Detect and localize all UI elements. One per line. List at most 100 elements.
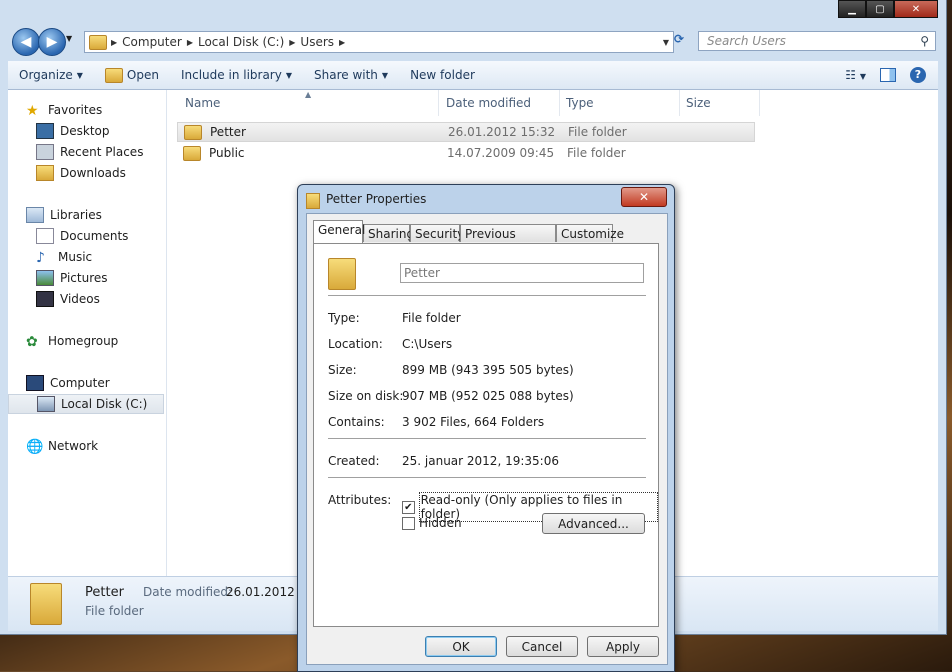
checkbox-checked-icon: ✔ [402, 500, 415, 514]
minimize-button[interactable]: ▁ [838, 0, 866, 18]
breadcrumb-users[interactable]: Users [295, 35, 339, 49]
cancel-button[interactable]: Cancel [506, 636, 578, 657]
column-header-label: Type [566, 96, 594, 110]
large-folder-icon [30, 583, 62, 625]
sidebar-item-libraries[interactable]: Libraries [26, 205, 102, 225]
sidebar-item-local-disk[interactable]: Local Disk (C:) [8, 394, 164, 414]
back-button[interactable]: ◀ [12, 28, 40, 56]
table-row[interactable]: Public 14.07.2009 09:45 File folder [177, 143, 755, 163]
address-dropdown-icon[interactable]: ▼ [663, 38, 673, 47]
libraries-icon [26, 207, 44, 223]
window-caption-buttons: ▁ ▢ ✕ [838, 0, 938, 18]
apply-button[interactable]: Apply [587, 636, 659, 657]
hidden-label: Hidden [419, 516, 462, 530]
sidebar-item-label: Local Disk (C:) [61, 397, 148, 411]
sidebar-item-downloads[interactable]: Downloads [36, 163, 126, 183]
forward-button[interactable]: ▶ [38, 28, 66, 56]
organize-button[interactable]: Organize ▼ [8, 68, 94, 82]
sidebar-item-label: Music [58, 250, 93, 264]
sidebar-item-network[interactable]: 🌐 Network [26, 436, 98, 456]
folder-name-field[interactable] [400, 263, 644, 283]
contains-label: Contains: [328, 415, 385, 429]
videos-icon [36, 291, 54, 307]
close-button[interactable]: ✕ [894, 0, 938, 18]
music-icon: ♪ [36, 250, 45, 266]
include-in-library-button[interactable]: Include in library ▼ [170, 68, 303, 82]
view-options-icon[interactable]: ☷ ▼ [845, 68, 866, 82]
sidebar-item-favorites[interactable]: ★ Favorites [26, 100, 102, 120]
tab-label: Security [415, 227, 465, 241]
table-row[interactable]: Petter 26.01.2012 15:32 File folder [177, 122, 755, 142]
new-folder-label: New folder [410, 68, 475, 82]
crumb-separator-icon: ▶ [339, 37, 346, 47]
recent-pages-chevron-icon[interactable]: ▼ [66, 34, 72, 43]
sidebar-item-music[interactable]: ♪ Music [36, 247, 92, 267]
open-label: Open [126, 68, 159, 82]
sidebar-item-label: Documents [60, 229, 129, 243]
advanced-button[interactable]: Advanced... [542, 513, 645, 534]
downloads-folder-icon [36, 165, 54, 181]
preview-pane-icon[interactable] [880, 68, 896, 82]
column-header-label: Name [185, 96, 221, 110]
location-value: C:\Users [402, 337, 453, 351]
created-label: Created: [328, 454, 380, 468]
search-input[interactable]: Search Users ⚲ [698, 31, 936, 51]
address-bar[interactable]: ▶ Computer ▶ Local Disk (C:) ▶ Users ▶ ▼ [84, 31, 674, 53]
open-button[interactable]: Open [94, 67, 170, 83]
new-folder-button[interactable]: New folder [399, 68, 486, 82]
sidebar-item-recent-places[interactable]: Recent Places [36, 142, 143, 162]
locked-folder-icon [184, 124, 202, 140]
sidebar-item-homegroup[interactable]: ✿ Homegroup [26, 331, 118, 351]
network-icon: 🌐 [26, 439, 44, 455]
sidebar-item-desktop[interactable]: Desktop [36, 121, 110, 141]
tab-security[interactable]: Security [410, 224, 464, 242]
hidden-checkbox[interactable]: Hidden [402, 516, 462, 530]
navigation-pane: ★ Favorites Desktop Recent Places Downloa… [8, 90, 167, 576]
column-header-size[interactable]: Size [680, 90, 760, 116]
column-header-type[interactable]: Type [560, 90, 680, 116]
sidebar-item-label: Computer [50, 376, 110, 390]
homegroup-icon: ✿ [26, 334, 38, 350]
column-header-label: Date modified [446, 96, 532, 110]
sidebar-item-label: Homegroup [48, 334, 119, 348]
search-icon[interactable]: ⚲ [920, 34, 929, 48]
file-date: 14.07.2009 09:45 [447, 146, 555, 160]
tab-general[interactable]: General [313, 220, 366, 243]
share-with-button[interactable]: Share with ▼ [303, 68, 399, 82]
column-header-date-modified[interactable]: Date modified [440, 90, 560, 116]
attributes-label: Attributes: [328, 493, 392, 507]
size-value: 899 MB (943 395 505 bytes) [402, 363, 574, 377]
details-date-label: Date modified: [143, 585, 233, 599]
breadcrumb-computer[interactable]: Computer [117, 35, 187, 49]
sidebar-item-label: Libraries [50, 208, 102, 222]
sidebar-item-documents[interactable]: Documents [36, 226, 128, 246]
tab-previous-versions[interactable]: Previous Versions [460, 224, 556, 259]
star-icon: ★ [26, 103, 39, 119]
tab-label: General [318, 223, 366, 237]
details-type: File folder [85, 604, 144, 618]
organize-label: Organize [19, 68, 73, 82]
refresh-icon[interactable]: ⟳ [674, 32, 694, 50]
search-placeholder: Search Users [707, 34, 786, 48]
ok-button[interactable]: OK [425, 636, 497, 657]
divider [328, 438, 646, 439]
dialog-close-button[interactable]: ✕ [621, 187, 667, 207]
share-with-label: Share with [314, 68, 378, 82]
sidebar-item-videos[interactable]: Videos [36, 289, 100, 309]
maximize-button[interactable]: ▢ [866, 0, 894, 18]
size-on-disk-value: 907 MB (952 025 088 bytes) [402, 389, 574, 403]
sidebar-item-label: Videos [60, 292, 100, 306]
tab-label: Customize [561, 227, 624, 241]
breadcrumb-local-disk[interactable]: Local Disk (C:) [193, 35, 289, 49]
sidebar-item-computer[interactable]: Computer [26, 373, 110, 393]
tab-sharing[interactable]: Sharing [363, 224, 414, 242]
type-value: File folder [402, 311, 461, 325]
desktop-icon [36, 123, 54, 139]
file-type: File folder [568, 125, 627, 139]
sidebar-item-label: Network [48, 439, 99, 453]
sidebar-item-pictures[interactable]: Pictures [36, 268, 108, 288]
tab-customize[interactable]: Customize [556, 224, 624, 242]
cancel-label: Cancel [521, 639, 563, 654]
command-bar: Organize ▼ Open Include in library ▼ Share… [8, 61, 938, 90]
help-icon[interactable]: ? [910, 67, 926, 83]
